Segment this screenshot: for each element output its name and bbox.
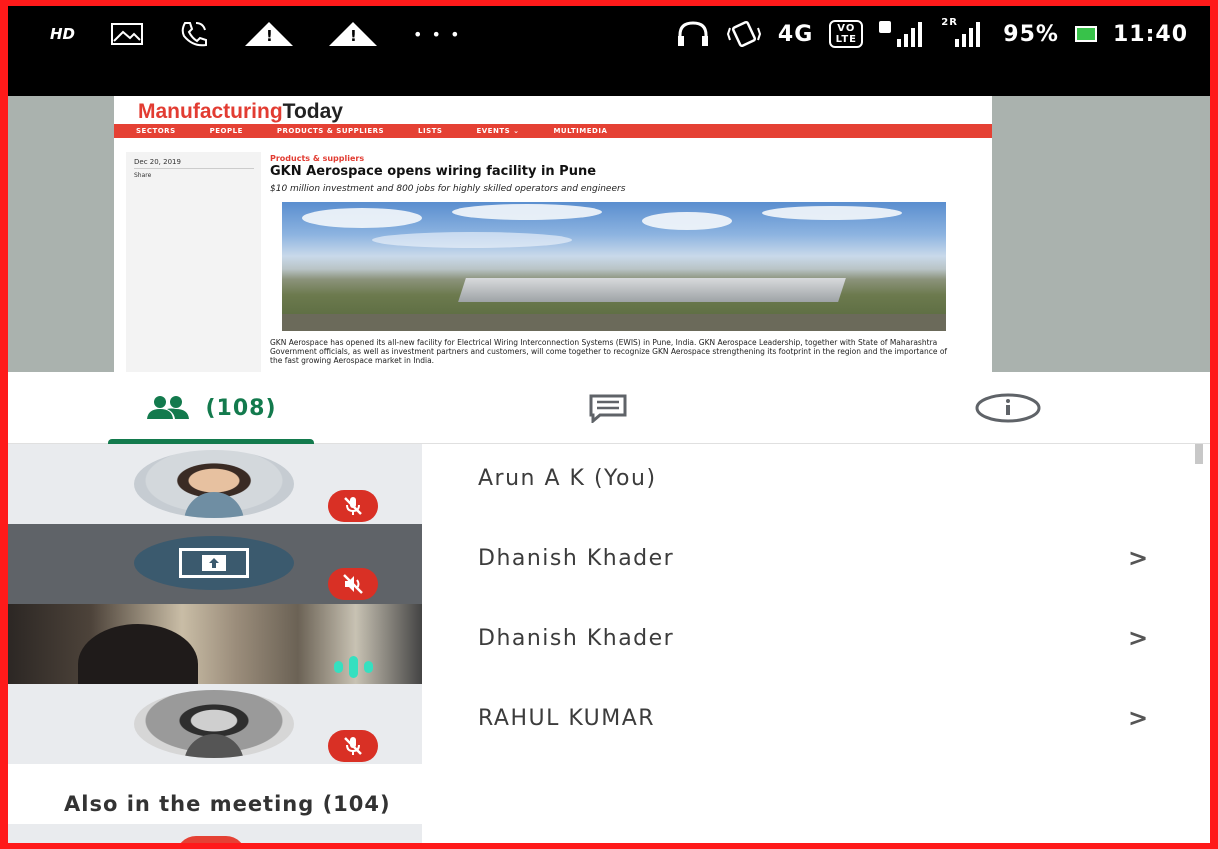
article-subhead: $10 million investment and 800 jobs for …	[270, 184, 626, 194]
status-right-icons: 4G VO LTE 2R 95% 11:40	[676, 14, 1188, 54]
shared-screen[interactable]: ManufacturingToday SECTORS PEOPLE PRODUC…	[8, 96, 1210, 372]
participant-name: Arun A K (You)	[478, 466, 657, 491]
battery-icon	[1074, 26, 1097, 42]
participant-tile	[8, 604, 422, 684]
article-category: Products & suppliers	[270, 154, 365, 163]
article-body: GKN Aerospace has opened its all-new fac…	[270, 338, 948, 365]
shared-webpage: ManufacturingToday SECTORS PEOPLE PRODUC…	[114, 96, 992, 372]
chevron-right-icon[interactable]: >	[1128, 704, 1148, 732]
vibrate-icon	[726, 20, 762, 48]
speaking-indicator-icon	[334, 656, 373, 678]
chevron-right-icon[interactable]: >	[1128, 624, 1148, 652]
wifi-call-icon	[179, 20, 209, 48]
signal-sim1-icon	[879, 21, 925, 47]
speaker-off-icon	[328, 568, 378, 600]
site-nav: SECTORS PEOPLE PRODUCTS & SUPPLIERS LIST…	[114, 124, 992, 138]
warning-icon	[329, 22, 378, 46]
share-label: Share	[134, 172, 152, 179]
participant-name: Dhanish Khader	[478, 546, 675, 571]
avatar	[134, 450, 294, 518]
tab-info[interactable]	[968, 372, 1048, 444]
info-icon	[975, 393, 1041, 423]
hd-indicator: HD	[50, 25, 76, 43]
status-bar: HD • • • 4G VO LTE 2R	[8, 6, 1210, 96]
participant-row[interactable]: Arun A K (You)	[8, 444, 1210, 524]
people-count: (108)	[205, 395, 277, 421]
participant-name: Dhanish Khader	[478, 626, 675, 651]
participant-name: RAHUL KUMAR	[478, 706, 656, 731]
people-icon	[147, 396, 190, 419]
clock: 11:40	[1112, 21, 1188, 47]
more-notifications-icon: • • •	[413, 24, 462, 44]
chat-icon	[589, 394, 627, 423]
participant-tile	[8, 444, 422, 524]
nav-item: SECTORS	[136, 127, 176, 135]
divider	[134, 168, 254, 169]
nav-item: LISTS	[418, 127, 443, 135]
also-in-meeting-heading: Also in the meeting (104)	[64, 792, 391, 816]
participant-tile	[8, 684, 422, 764]
volte-icon: VO LTE	[829, 20, 864, 48]
network-type: 4G	[777, 21, 814, 47]
avatar	[134, 690, 294, 758]
mic-off-icon	[328, 490, 378, 522]
site-logo: ManufacturingToday	[138, 100, 343, 123]
participant-tile	[8, 524, 422, 604]
app-window: HD • • • 4G VO LTE 2R	[8, 6, 1210, 843]
article-date: Dec 20, 2019	[134, 158, 181, 166]
nav-item: EVENTS ⌄	[476, 127, 520, 135]
chevron-right-icon[interactable]: >	[1128, 544, 1148, 572]
article-headline: GKN Aerospace opens wiring facility in P…	[270, 164, 597, 179]
nav-item: MULTIMEDIA	[553, 127, 608, 135]
nav-item: PRODUCTS & SUPPLIERS	[276, 127, 385, 135]
scrollbar[interactable]	[1195, 444, 1203, 464]
factory-building	[458, 278, 846, 302]
status-left-icons: HD • • •	[50, 16, 462, 52]
present-screen-icon	[179, 548, 249, 578]
presentation-tile	[134, 536, 294, 590]
warning-icon	[245, 22, 294, 46]
tab-chat[interactable]	[568, 372, 648, 444]
signal-sim2-icon: 2R	[941, 17, 987, 47]
headphones-icon	[676, 20, 710, 48]
image-icon	[111, 23, 144, 45]
mic-off-icon	[328, 730, 378, 762]
meeting-tabs: (108)	[8, 372, 1210, 445]
article-sidebar: Dec 20, 2019 Share	[126, 152, 261, 372]
participant-row[interactable]: Dhanish Khader >	[8, 524, 1210, 604]
article-photo	[282, 202, 946, 331]
battery-percent: 95%	[1003, 21, 1059, 47]
nav-item: PEOPLE	[209, 127, 243, 135]
participant-row[interactable]: Dhanish Khader >	[8, 604, 1210, 684]
participant-row[interactable]: RAHUL KUMAR >	[8, 684, 1210, 764]
tab-people[interactable]: (108)	[108, 372, 314, 445]
